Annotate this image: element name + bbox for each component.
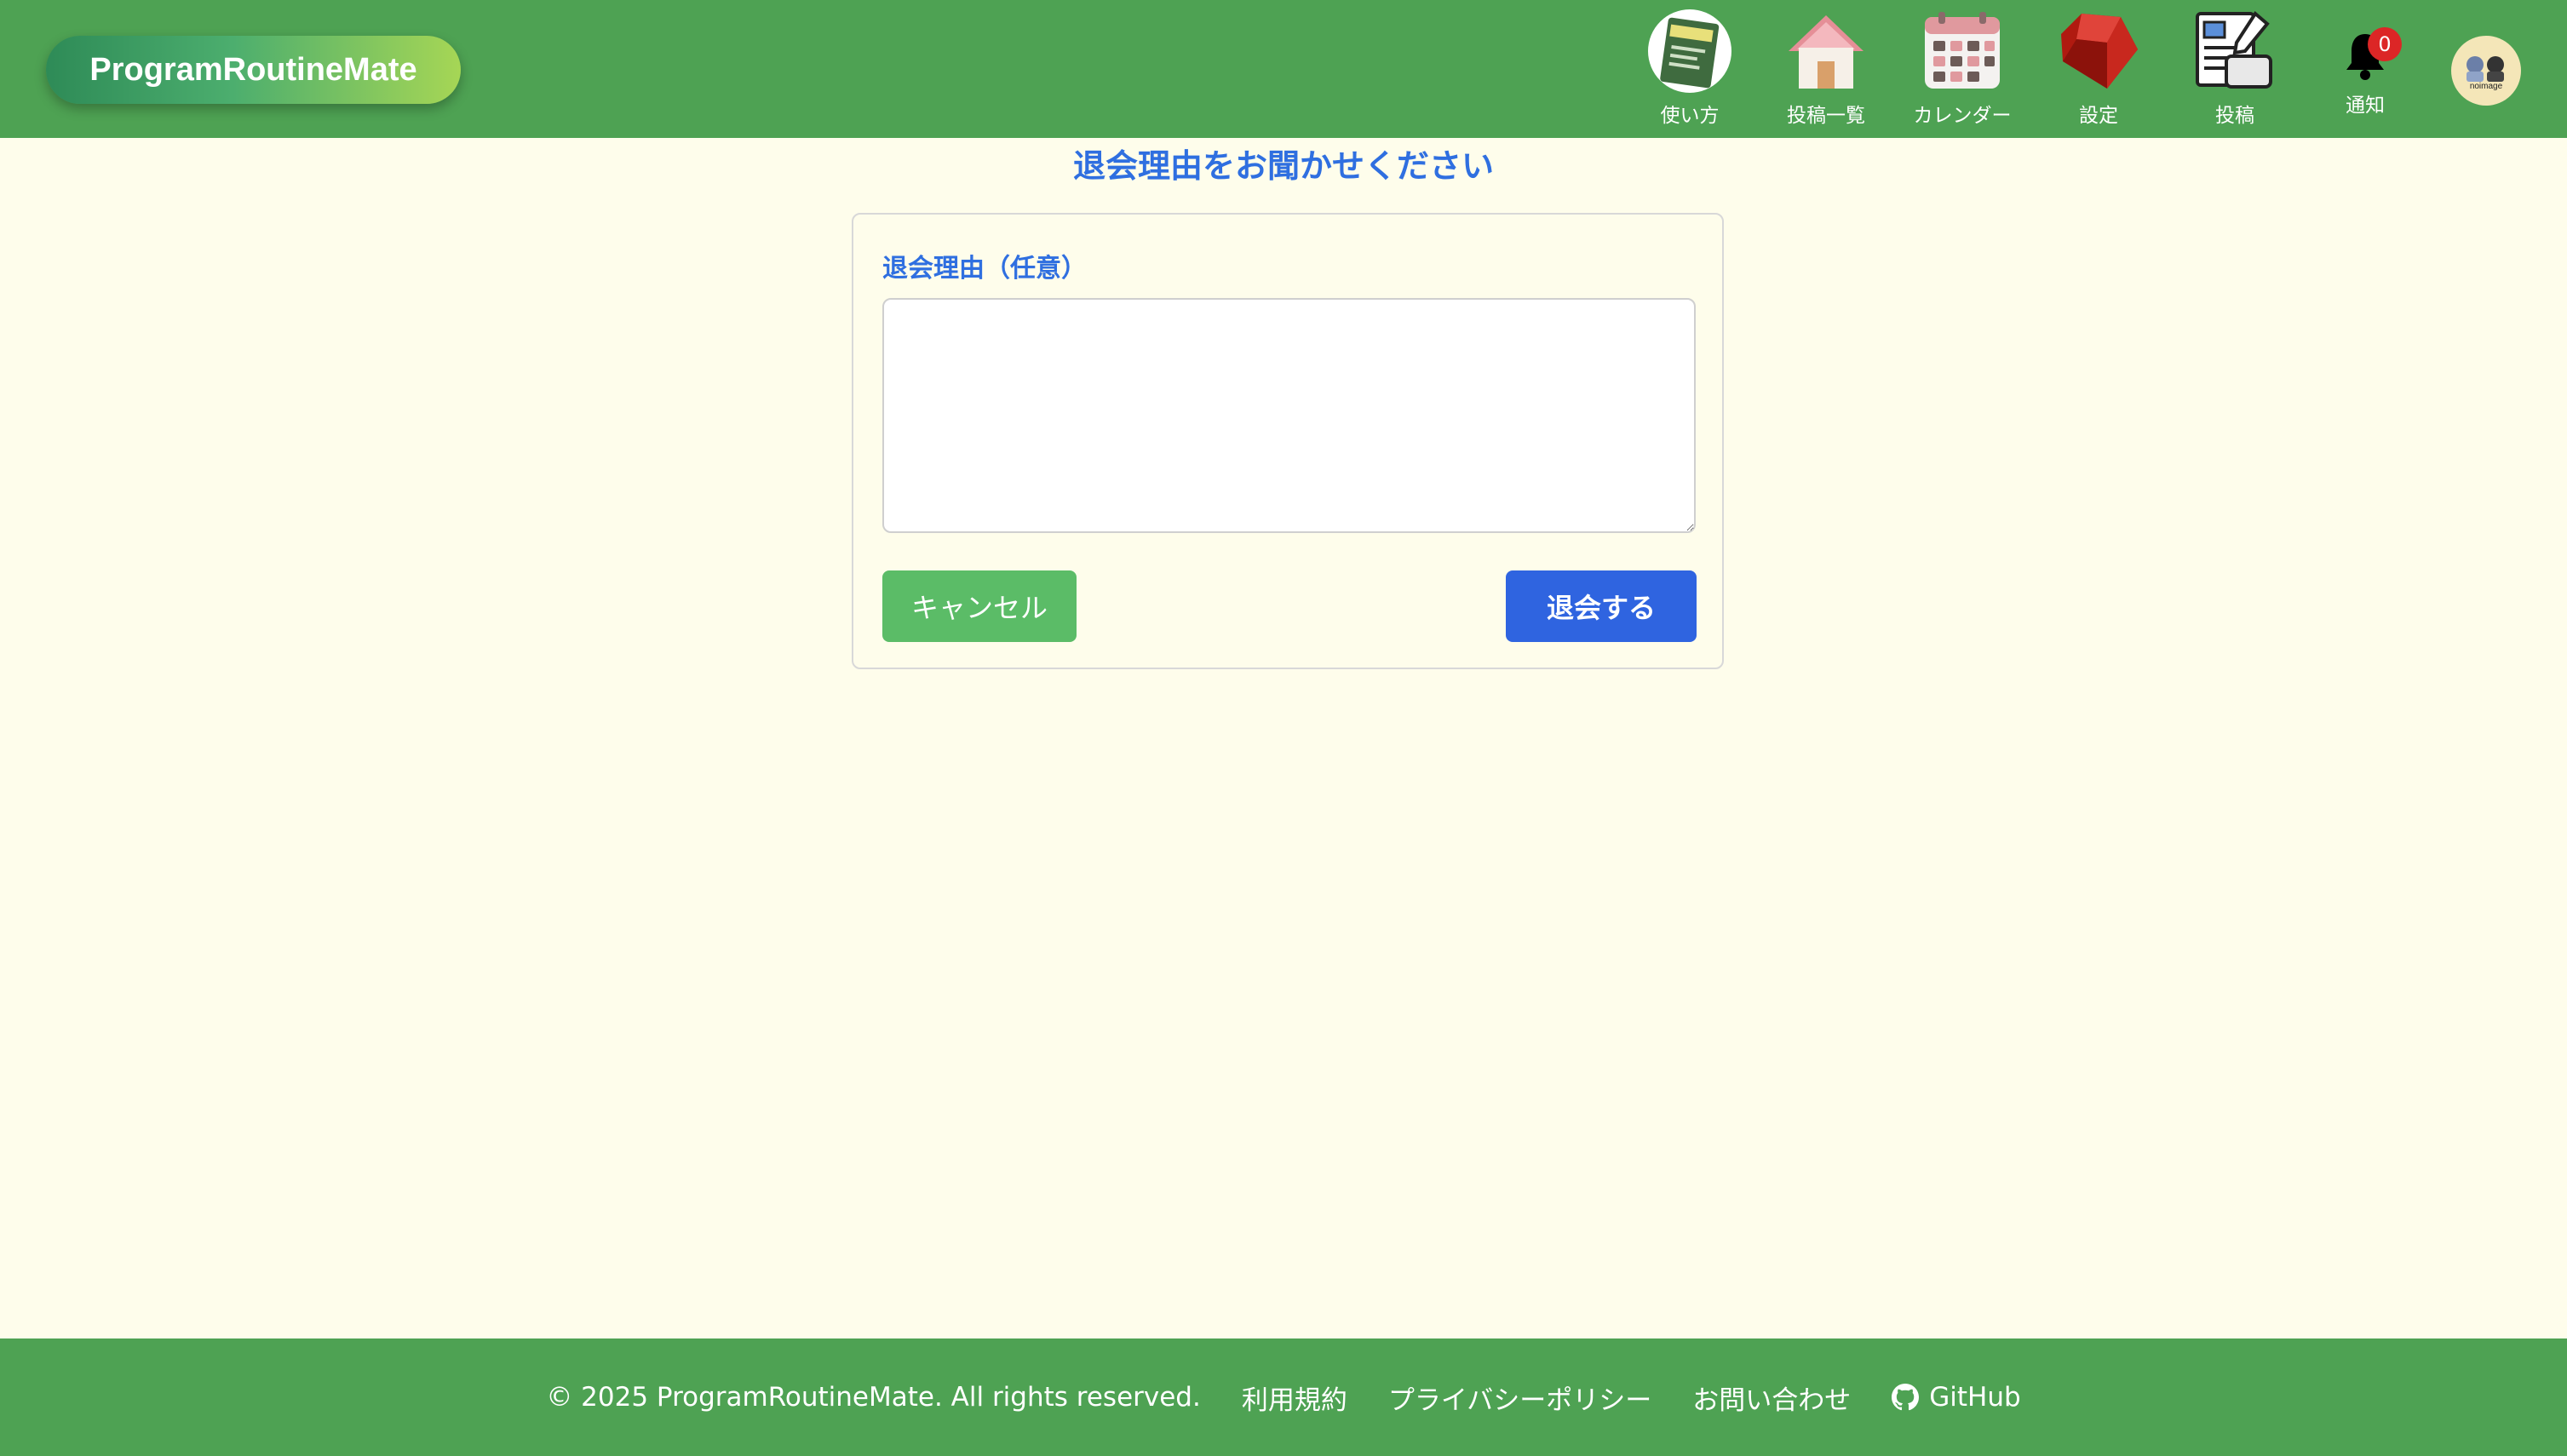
nav-label: 投稿一覧 bbox=[1787, 105, 1865, 127]
nav-label: 使い方 bbox=[1660, 105, 1720, 127]
notification-count-badge: 0 bbox=[2368, 27, 2402, 61]
avatar-label: noimage bbox=[2470, 82, 2503, 91]
notification-button[interactable]: 0 通知 bbox=[2334, 22, 2402, 117]
nav-item-settings[interactable]: 設定 bbox=[2039, 9, 2158, 133]
nav-label: カレンダー bbox=[1913, 105, 2012, 127]
nav-item-manual[interactable]: 使い方 bbox=[1630, 9, 1749, 133]
cancel-button[interactable]: キャンセル bbox=[882, 570, 1077, 642]
post-document-icon bbox=[2196, 10, 2272, 89]
nav-item-new-post[interactable]: 投稿 bbox=[2175, 9, 2294, 133]
ruby-gem-icon bbox=[2061, 14, 2138, 89]
github-link-label: GitHub bbox=[1929, 1382, 2021, 1413]
nav-item-calendar[interactable]: カレンダー bbox=[1903, 9, 2022, 133]
site-footer: © 2025 ProgramRoutineMate. All rights re… bbox=[0, 1338, 2567, 1456]
nav-label: 投稿 bbox=[2215, 105, 2254, 127]
calendar-icon bbox=[1925, 12, 2000, 89]
github-icon bbox=[1892, 1384, 1920, 1411]
withdrawal-form-card: 退会理由（任意） キャンセル 退会する bbox=[852, 213, 1724, 669]
site-logo[interactable]: ProgramRoutineMate bbox=[46, 36, 461, 104]
withdraw-button[interactable]: 退会する bbox=[1506, 570, 1697, 642]
house-icon bbox=[1789, 15, 1864, 89]
manual-book-icon bbox=[1648, 9, 1731, 93]
copyright-text: © 2025 ProgramRoutineMate. All rights re… bbox=[546, 1382, 1201, 1413]
reason-textarea[interactable] bbox=[882, 298, 1696, 533]
user-avatar[interactable]: noimage bbox=[2451, 36, 2521, 106]
site-header: ProgramRoutineMate 使い方 投稿一覧 カレンダー 設定 投稿 … bbox=[0, 0, 2567, 138]
contact-link[interactable]: お問い合わせ bbox=[1692, 1379, 1851, 1417]
avatar-image: noimage bbox=[2467, 56, 2504, 91]
nav-item-posts[interactable]: 投稿一覧 bbox=[1766, 9, 1886, 133]
page-title: 退会理由をお聞かせください bbox=[1072, 147, 1494, 185]
nav-label: 通知 bbox=[2346, 95, 2385, 117]
reason-field-label: 退会理由（任意） bbox=[882, 254, 1087, 284]
privacy-policy-link[interactable]: プライバシーポリシー bbox=[1388, 1379, 1651, 1417]
github-link[interactable]: GitHub bbox=[1892, 1382, 2021, 1413]
terms-link[interactable]: 利用規約 bbox=[1242, 1379, 1347, 1417]
nav-label: 設定 bbox=[2079, 105, 2118, 127]
